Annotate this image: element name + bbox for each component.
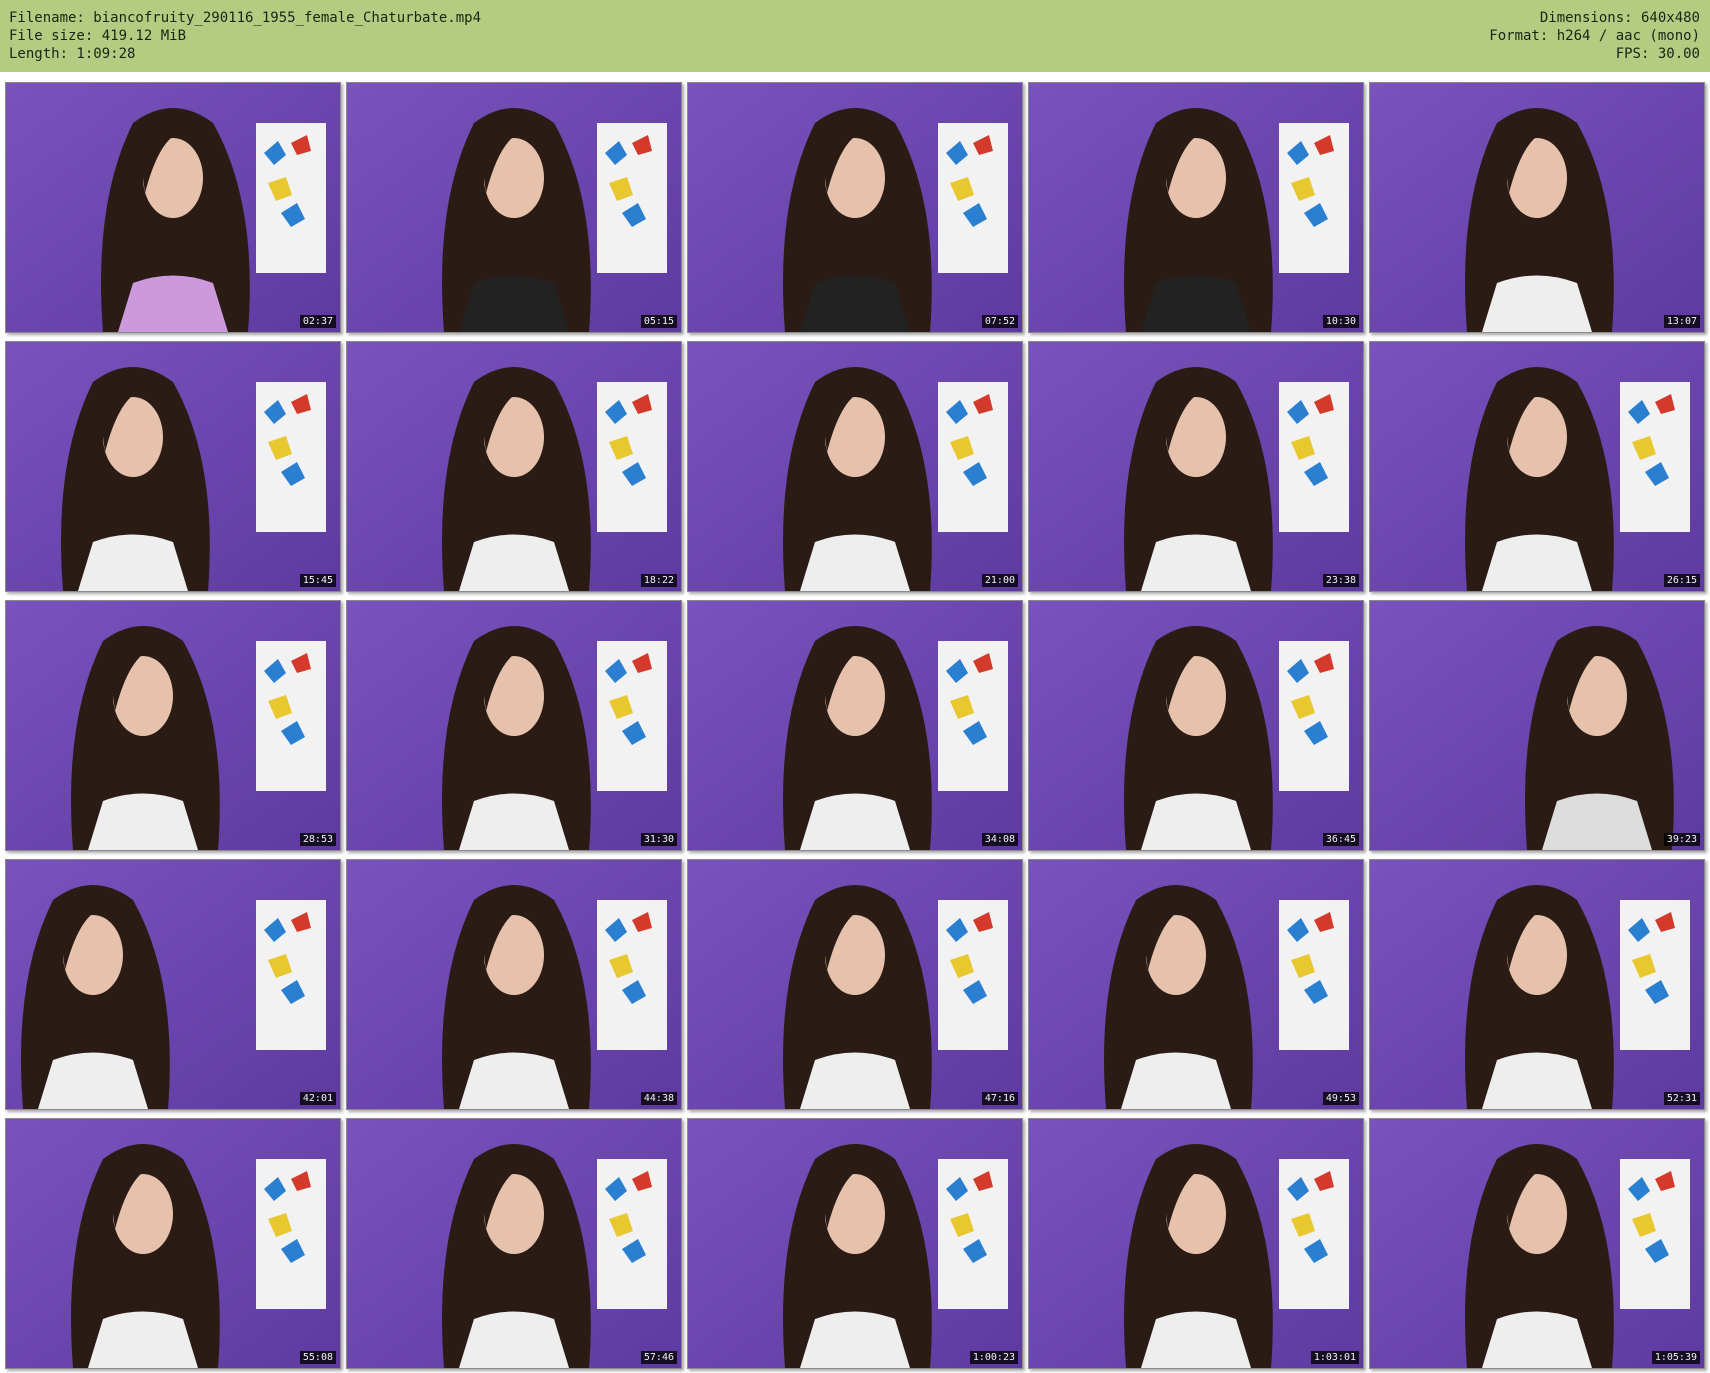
frame-image xyxy=(1029,342,1363,591)
frame-image xyxy=(1370,1119,1704,1368)
filesize-text: File size: 419.12 MiB xyxy=(9,28,187,44)
length-text: Length: 1:09:28 xyxy=(9,46,136,62)
filename-text: Filename: biancofruity_290116_1955_femal… xyxy=(9,10,482,26)
timestamp-label: 18:22 xyxy=(640,574,677,587)
frame-image xyxy=(688,342,1022,591)
video-thumbnail: 05:15 xyxy=(346,82,682,333)
timestamp-label: 36:45 xyxy=(1322,833,1359,846)
video-thumbnail: 1:00:23 xyxy=(687,1118,1023,1369)
format-text: Format: h264 / aac (mono) xyxy=(1489,28,1700,44)
video-thumbnail: 26:15 xyxy=(1369,341,1705,592)
video-info: Dimensions: 640x480 Format: h264 / aac (… xyxy=(1489,9,1700,63)
frame-image xyxy=(1370,83,1704,332)
frame-image xyxy=(6,1119,340,1368)
frame-image xyxy=(1370,601,1704,850)
timestamp-label: 42:01 xyxy=(299,1092,336,1105)
timestamp-label: 47:16 xyxy=(981,1092,1018,1105)
timestamp-label: 52:31 xyxy=(1663,1092,1700,1105)
frame-image xyxy=(688,83,1022,332)
frame-image xyxy=(6,342,340,591)
timestamp-label: 15:45 xyxy=(299,574,336,587)
video-thumbnail: 55:08 xyxy=(5,1118,341,1369)
video-thumbnail: 57:46 xyxy=(346,1118,682,1369)
video-thumbnail: 47:16 xyxy=(687,859,1023,1110)
timestamp-label: 31:30 xyxy=(640,833,677,846)
video-thumbnail: 49:53 xyxy=(1028,859,1364,1110)
video-thumbnail: 52:31 xyxy=(1369,859,1705,1110)
video-thumbnail: 34:08 xyxy=(687,600,1023,851)
timestamp-label: 1:00:23 xyxy=(969,1351,1018,1364)
timestamp-label: 28:53 xyxy=(299,833,336,846)
timestamp-label: 57:46 xyxy=(640,1351,677,1364)
frame-image xyxy=(688,860,1022,1109)
fps-text: FPS: 30.00 xyxy=(1615,46,1700,62)
timestamp-label: 44:38 xyxy=(640,1092,677,1105)
frame-image xyxy=(6,601,340,850)
timestamp-label: 23:38 xyxy=(1322,574,1359,587)
frame-image xyxy=(1029,601,1363,850)
timestamp-label: 55:08 xyxy=(299,1351,336,1364)
timestamp-label: 39:23 xyxy=(1663,833,1700,846)
video-thumbnail: 39:23 xyxy=(1369,600,1705,851)
timestamp-label: 21:00 xyxy=(981,574,1018,587)
video-thumbnail: 28:53 xyxy=(5,600,341,851)
frame-image xyxy=(1029,860,1363,1109)
video-thumbnail: 07:52 xyxy=(687,82,1023,333)
timestamp-label: 05:15 xyxy=(640,315,677,328)
thumbnail-grid: 02:37 05:15 07:52 10:30 13:07 15:45 18:22 21:00… xyxy=(5,82,1705,1369)
video-thumbnail: 44:38 xyxy=(346,859,682,1110)
frame-image xyxy=(688,1119,1022,1368)
frame-image xyxy=(1029,1119,1363,1368)
frame-image xyxy=(347,1119,681,1368)
frame-image xyxy=(688,601,1022,850)
frame-image xyxy=(1370,342,1704,591)
info-header: Filename: biancofruity_290116_1955_femal… xyxy=(0,0,1710,72)
dimensions-text: Dimensions: 640x480 xyxy=(1539,10,1700,26)
timestamp-label: 13:07 xyxy=(1663,315,1700,328)
frame-image xyxy=(6,860,340,1109)
timestamp-label: 26:15 xyxy=(1663,574,1700,587)
video-thumbnail: 36:45 xyxy=(1028,600,1364,851)
video-thumbnail: 21:00 xyxy=(687,341,1023,592)
video-thumbnail: 1:03:01 xyxy=(1028,1118,1364,1369)
video-thumbnail: 31:30 xyxy=(346,600,682,851)
timestamp-label: 34:08 xyxy=(981,833,1018,846)
video-thumbnail: 02:37 xyxy=(5,82,341,333)
frame-image xyxy=(6,83,340,332)
frame-image xyxy=(347,601,681,850)
frame-image xyxy=(347,860,681,1109)
frame-image xyxy=(1029,83,1363,332)
timestamp-label: 1:03:01 xyxy=(1310,1351,1359,1364)
frame-image xyxy=(1370,860,1704,1109)
timestamp-label: 02:37 xyxy=(299,315,336,328)
frame-image xyxy=(347,342,681,591)
video-thumbnail: 1:05:39 xyxy=(1369,1118,1705,1369)
timestamp-label: 1:05:39 xyxy=(1651,1351,1700,1364)
video-thumbnail: 15:45 xyxy=(5,341,341,592)
timestamp-label: 49:53 xyxy=(1322,1092,1359,1105)
timestamp-label: 07:52 xyxy=(981,315,1018,328)
video-thumbnail: 13:07 xyxy=(1369,82,1705,333)
file-info: Filename: biancofruity_290116_1955_femal… xyxy=(9,9,481,63)
timestamp-label: 10:30 xyxy=(1322,315,1359,328)
video-thumbnail: 10:30 xyxy=(1028,82,1364,333)
video-thumbnail: 23:38 xyxy=(1028,341,1364,592)
video-thumbnail: 18:22 xyxy=(346,341,682,592)
video-thumbnail: 42:01 xyxy=(5,859,341,1110)
frame-image xyxy=(347,83,681,332)
